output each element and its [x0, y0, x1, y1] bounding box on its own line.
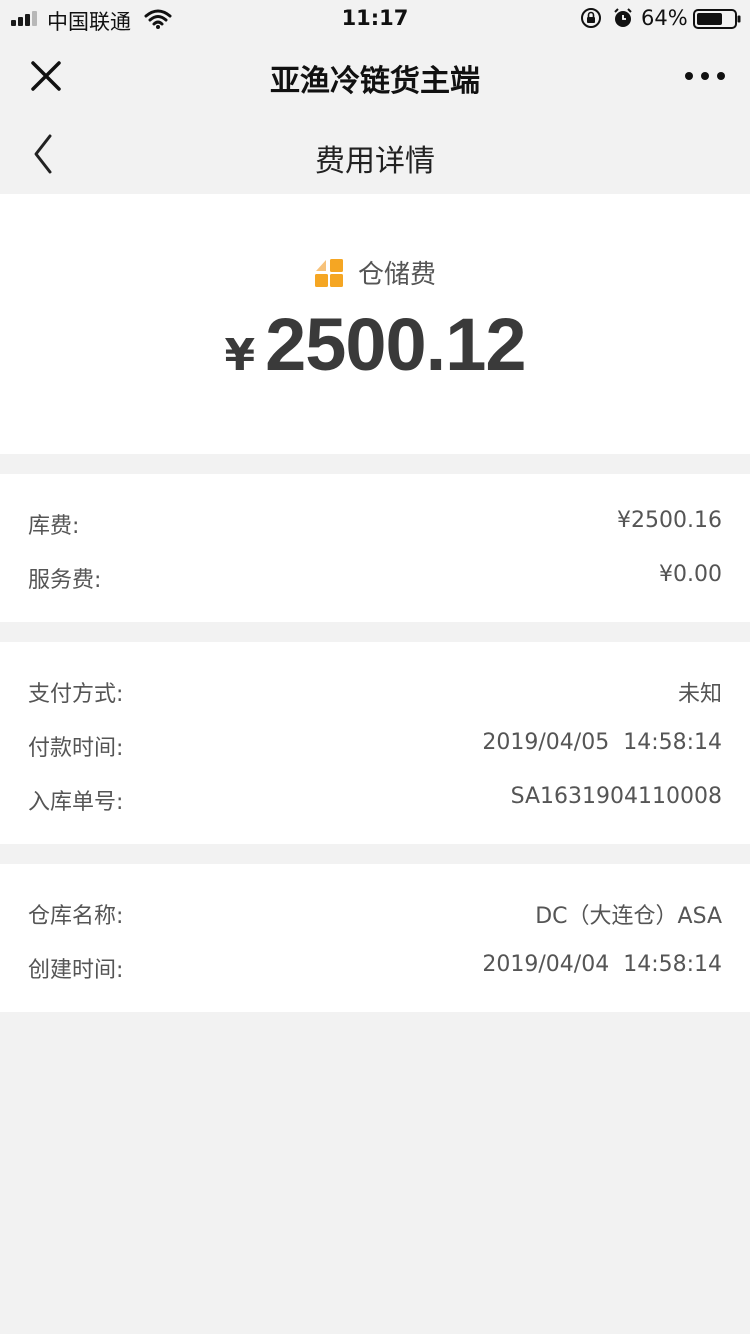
- detail-row-warehouse-name: 仓库名称: DC（大连仓）ASA: [0, 892, 750, 932]
- fee-breakdown-section: 库费: ¥2500.16 服务费: ¥0.00: [0, 474, 750, 622]
- rotation-lock-icon: [581, 8, 601, 28]
- alarm-icon: [614, 8, 632, 27]
- page-title: 费用详情: [315, 144, 435, 179]
- detail-value: 2019/04/05 14:58:14: [482, 730, 722, 755]
- app-header: 亚渔冷链货主端: [0, 40, 750, 116]
- fee-type-header: 仓储费: [0, 254, 750, 291]
- fee-type-label: 仓储费: [357, 260, 436, 290]
- detail-label: 入库单号:: [28, 790, 124, 815]
- detail-row-payment-method: 支付方式: 未知: [0, 670, 750, 710]
- more-icon[interactable]: [680, 66, 730, 86]
- app-title: 亚渔冷链货主端: [270, 64, 480, 99]
- status-bar: 中国联通 11:17 64%: [0, 0, 750, 40]
- page-nav-bar: 费用详情: [0, 116, 750, 194]
- detail-value: ¥2500.16: [617, 508, 722, 533]
- amount-value: 2500.12: [265, 303, 526, 386]
- detail-value: SA1631904110008: [510, 784, 722, 809]
- detail-label: 创建时间:: [28, 958, 124, 983]
- battery-icon: [693, 9, 741, 29]
- detail-row-created-time: 创建时间: 2019/04/04 14:58:14: [0, 946, 750, 986]
- fee-summary-card: 仓储费 ¥ 2500.12: [0, 194, 750, 454]
- storage-fee-icon: [314, 258, 343, 287]
- detail-row-storage-fee: 库费: ¥2500.16: [0, 502, 750, 542]
- detail-label: 库费:: [28, 514, 80, 539]
- detail-value: 2019/04/04 14:58:14: [482, 952, 722, 977]
- currency-symbol: ¥: [224, 330, 256, 381]
- detail-value: ¥0.00: [659, 562, 722, 587]
- total-amount: ¥ 2500.12: [0, 302, 750, 387]
- payment-info-section: 支付方式: 未知 付款时间: 2019/04/05 14:58:14 入库单号:…: [0, 642, 750, 844]
- detail-row-inbound-order-no: 入库单号: SA1631904110008: [0, 778, 750, 818]
- status-time: 11:17: [341, 6, 409, 30]
- warehouse-info-section: 仓库名称: DC（大连仓）ASA 创建时间: 2019/04/04 14:58:…: [0, 864, 750, 1012]
- detail-label: 支付方式:: [28, 682, 124, 707]
- status-icons: [580, 7, 634, 29]
- detail-row-service-fee: 服务费: ¥0.00: [0, 556, 750, 596]
- detail-value: 未知: [677, 682, 722, 707]
- detail-value: DC（大连仓）ASA: [535, 904, 722, 929]
- detail-label: 服务费:: [28, 568, 102, 593]
- battery-percentage: 64%: [641, 6, 688, 30]
- detail-row-payment-time: 付款时间: 2019/04/05 14:58:14: [0, 724, 750, 764]
- detail-label: 付款时间:: [28, 736, 124, 761]
- detail-label: 仓库名称:: [28, 904, 124, 929]
